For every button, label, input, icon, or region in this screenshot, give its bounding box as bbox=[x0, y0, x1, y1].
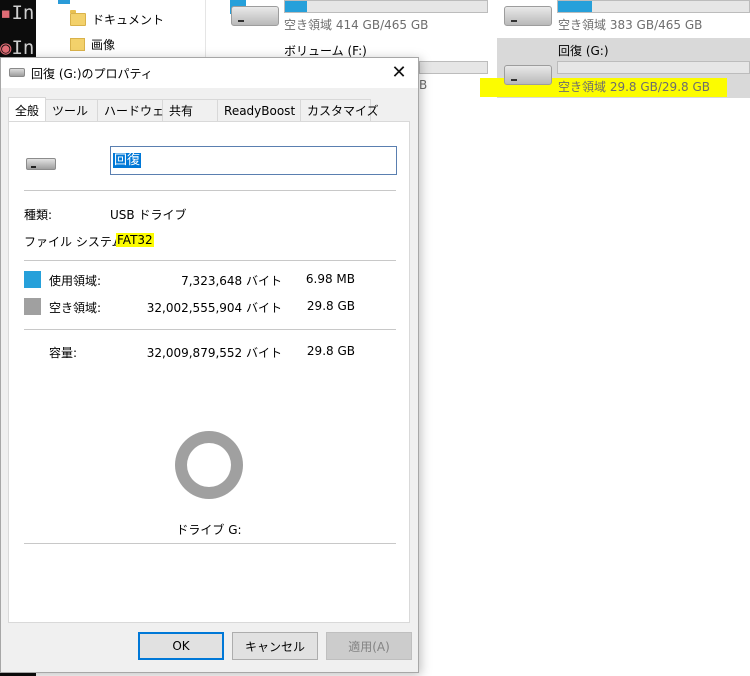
divider bbox=[24, 329, 396, 330]
drive-free-text: B bbox=[419, 78, 428, 92]
drive-icon bbox=[231, 6, 279, 26]
tab-bar: 全般 ツール ハードウェア 共有 ReadyBoost カスタマイズ bbox=[8, 97, 379, 122]
drive-icon bbox=[26, 158, 56, 170]
type-label: 種類: bbox=[24, 208, 53, 222]
title-bar[interactable]: 回復 (G:)のプロパティ ✕ bbox=[1, 58, 418, 88]
usage-bar bbox=[557, 61, 750, 74]
drive-free-text: 空き領域 383 GB/465 GB bbox=[558, 18, 703, 32]
free-space-label: 空き領域: bbox=[49, 301, 102, 315]
usage-bar bbox=[419, 61, 488, 74]
capacity-size: 29.8 GB bbox=[306, 344, 355, 358]
divider bbox=[24, 190, 396, 191]
free-space-size: 29.8 GB bbox=[306, 299, 355, 313]
usage-bar bbox=[557, 0, 750, 13]
used-space-swatch bbox=[24, 271, 41, 288]
capacity-label: 容量: bbox=[49, 346, 78, 360]
explorer-nav-pane: ドキュメント 画像 bbox=[36, 0, 206, 60]
type-value: USB ドライブ bbox=[110, 208, 187, 222]
drive-icon bbox=[9, 68, 25, 77]
close-button[interactable]: ✕ bbox=[384, 58, 414, 86]
usage-bar bbox=[284, 0, 488, 13]
drive-free-text: 空き領域 29.8 GB/29.8 GB bbox=[558, 80, 710, 94]
dialog-title: 回復 (G:)のプロパティ bbox=[31, 67, 153, 81]
usage-bar-fill bbox=[285, 1, 308, 12]
capacity-bytes: 32,009,879,552 バイト bbox=[146, 346, 282, 360]
drive-icon bbox=[504, 65, 552, 85]
nav-item-documents[interactable]: ドキュメント bbox=[70, 9, 164, 29]
properties-dialog: 回復 (G:)のプロパティ ✕ 全般 ツール ハードウェア 共有 ReadyBo… bbox=[0, 57, 419, 673]
nav-item-pictures[interactable]: 画像 bbox=[70, 34, 115, 54]
nav-item-label: 画像 bbox=[91, 37, 116, 52]
divider bbox=[24, 543, 396, 544]
drive-free-text: 空き領域 414 GB/465 GB bbox=[284, 18, 429, 32]
ok-button[interactable]: OK bbox=[138, 632, 224, 660]
cancel-button[interactable]: キャンセル bbox=[232, 632, 318, 660]
drive-title: 回復 (G:) bbox=[558, 44, 609, 58]
used-space-label: 使用領域: bbox=[49, 274, 102, 288]
used-space-bytes: 7,323,648 バイト bbox=[181, 274, 282, 288]
drive-letter-label: ドライブ G: bbox=[176, 523, 242, 537]
onedrive-icon bbox=[58, 0, 70, 4]
tab-readyboost[interactable]: ReadyBoost bbox=[218, 99, 302, 121]
tab-tools[interactable]: ツール bbox=[46, 99, 99, 121]
tab-customize[interactable]: カスタマイズ bbox=[301, 99, 379, 121]
general-tab-panel: 回復 種類: USB ドライブ ファイル システム: FAT32 使用領域: 7… bbox=[8, 121, 410, 623]
tab-sharing[interactable]: 共有 bbox=[163, 99, 219, 121]
apply-button[interactable]: 適用(A) bbox=[326, 632, 412, 660]
pane-divider bbox=[205, 0, 206, 60]
close-icon: ✕ bbox=[391, 61, 407, 83]
folder-icon bbox=[70, 9, 86, 26]
drive-name-input[interactable]: 回復 bbox=[110, 146, 397, 175]
terminal-line: ◉Ins bbox=[0, 37, 36, 59]
disk-usage-ring bbox=[175, 431, 243, 499]
nav-item-label: ドキュメント bbox=[92, 12, 165, 27]
terminal-line: ▪Ins bbox=[0, 2, 36, 24]
filesystem-label: ファイル システム: bbox=[24, 235, 128, 249]
usage-bar-fill bbox=[558, 1, 593, 12]
used-space-size: 6.98 MB bbox=[305, 272, 355, 286]
free-space-bytes: 32,002,555,904 バイト bbox=[146, 301, 282, 315]
pictures-folder-icon bbox=[70, 37, 85, 51]
tab-general[interactable]: 全般 bbox=[8, 97, 47, 122]
free-space-swatch bbox=[24, 298, 41, 315]
drive-icon bbox=[504, 6, 552, 26]
filesystem-value: FAT32 bbox=[116, 233, 154, 247]
tab-hardware[interactable]: ハードウェア bbox=[98, 99, 176, 121]
divider bbox=[24, 260, 396, 261]
